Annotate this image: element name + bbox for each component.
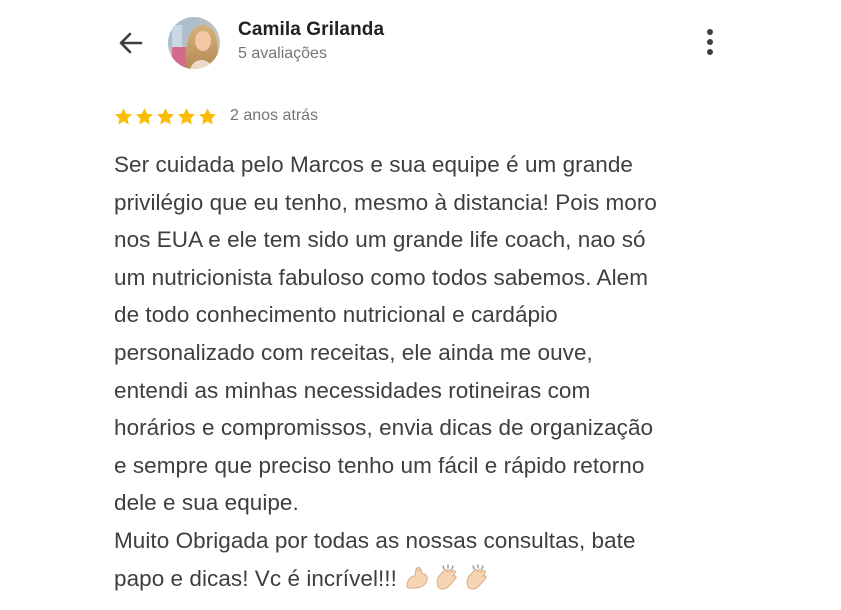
review-text: Ser cuidada pelo Marcos e sua equipe é u… [114, 152, 657, 591]
reviewer-name[interactable]: Camila Grilanda [238, 19, 384, 41]
emoji-row [403, 563, 493, 592]
avatar[interactable] [168, 17, 220, 69]
arrow-back-icon [119, 32, 143, 54]
review-header: Camila Grilanda 5 avaliações [0, 0, 841, 80]
back-button[interactable] [114, 26, 148, 60]
review-body: Ser cuidada pelo Marcos e sua equipe é u… [114, 146, 754, 597]
star-icon [114, 107, 133, 124]
reviewer-review-count: 5 avaliações [238, 45, 327, 62]
flexed-biceps-emoji [406, 566, 428, 589]
star-icon [156, 107, 175, 124]
review-date: 2 anos atrás [230, 107, 319, 124]
rating-row: 2 anos atrás [113, 104, 318, 128]
star-rating [113, 106, 218, 127]
clapping-hands-emoji [466, 563, 487, 590]
more-options-button[interactable] [698, 26, 722, 60]
star-icon [198, 107, 217, 124]
more-vert-icon [707, 29, 713, 55]
star-icon [135, 107, 154, 124]
star-icon [177, 107, 196, 124]
clapping-hands-emoji [436, 563, 457, 590]
